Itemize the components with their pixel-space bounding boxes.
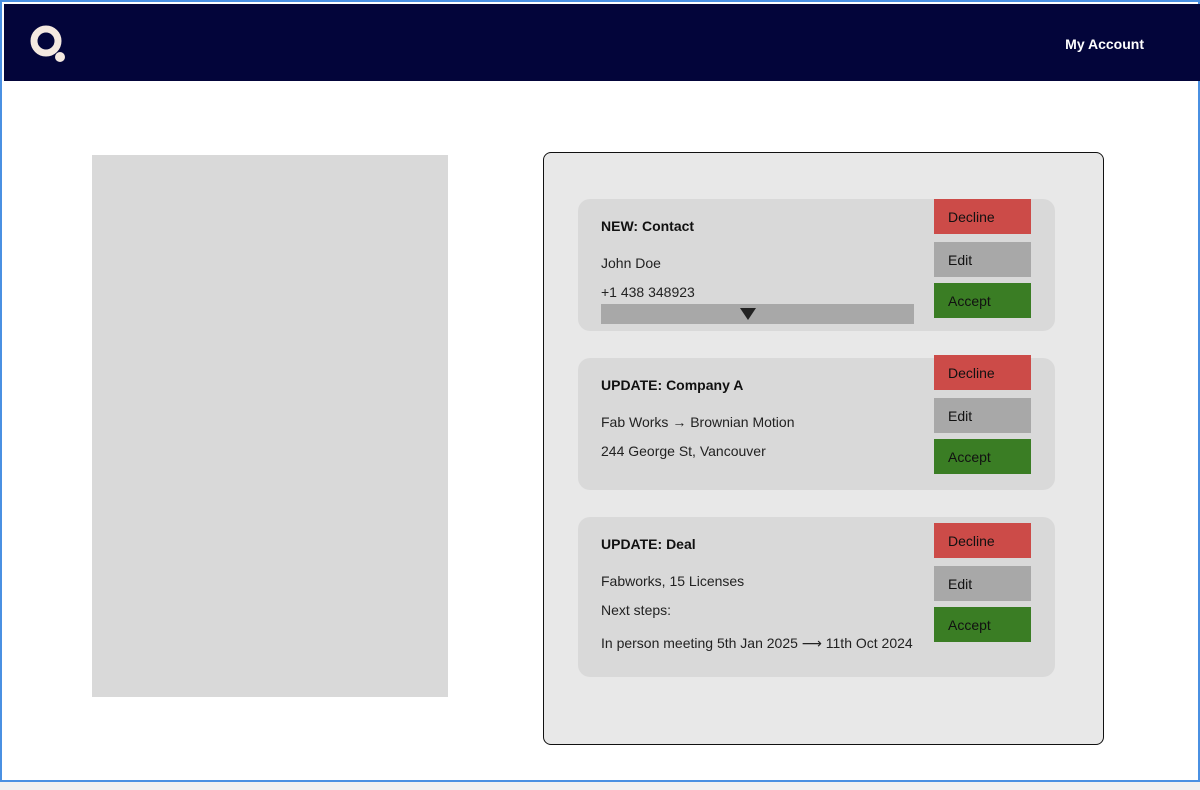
card-detail-line: Fab Works → Brownian Motion bbox=[601, 414, 795, 430]
card-detail-line: In person meeting 5th Jan 2025 ⟶ 11th Oc… bbox=[601, 635, 913, 651]
card-detail-line: John Doe bbox=[601, 255, 661, 271]
card-title: UPDATE: Deal bbox=[601, 536, 696, 552]
change-card-new-contact: NEW: Contact John Doe +1 438 348923 Decl… bbox=[578, 199, 1055, 331]
accept-button[interactable]: Accept bbox=[934, 607, 1031, 642]
decline-button[interactable]: Decline bbox=[934, 523, 1031, 558]
accept-button[interactable]: Accept bbox=[934, 283, 1031, 318]
card-title: UPDATE: Company A bbox=[601, 377, 744, 393]
top-navigation-bar: My Account bbox=[4, 4, 1200, 81]
change-card-update-company: UPDATE: Company A Fab Works → Brownian M… bbox=[578, 355, 1055, 490]
card-detail-line: 244 George St, Vancouver bbox=[601, 443, 766, 459]
left-placeholder-panel bbox=[92, 155, 448, 697]
card-detail-line: +1 438 348923 bbox=[601, 284, 695, 300]
accept-button[interactable]: Accept bbox=[934, 439, 1031, 474]
change-card-update-deal: UPDATE: Deal Fabworks, 15 Licenses Next … bbox=[578, 517, 1055, 677]
pending-changes-panel: NEW: Contact John Doe +1 438 348923 Decl… bbox=[543, 152, 1104, 745]
app-frame: My Account NEW: Contact John Doe +1 438 … bbox=[0, 0, 1200, 782]
card-detail-line: Fabworks, 15 Licenses bbox=[601, 573, 745, 589]
card-detail-line: Next steps: bbox=[601, 602, 672, 618]
decline-button[interactable]: Decline bbox=[934, 355, 1031, 390]
edit-button[interactable]: Edit bbox=[934, 242, 1031, 277]
q-logo-icon[interactable] bbox=[28, 24, 68, 64]
card-title: NEW: Contact bbox=[601, 218, 695, 234]
edit-button[interactable]: Edit bbox=[934, 398, 1031, 433]
triangle-down-icon bbox=[740, 308, 756, 320]
decline-button[interactable]: Decline bbox=[934, 199, 1031, 234]
edit-button[interactable]: Edit bbox=[934, 566, 1031, 601]
my-account-link[interactable]: My Account bbox=[1065, 36, 1144, 52]
expand-details-bar[interactable] bbox=[601, 304, 914, 324]
